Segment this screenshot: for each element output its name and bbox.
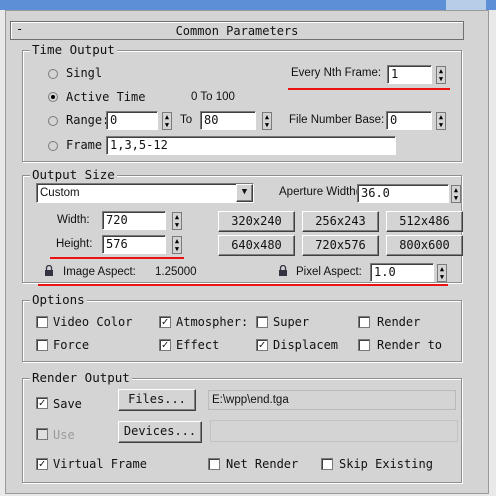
devices-button[interactable]: Devices... <box>118 421 202 443</box>
effects-label: Effect <box>176 338 220 352</box>
file-number-base-label: File Number Base: <box>289 114 385 126</box>
highlight-underline <box>288 88 450 90</box>
window-titlebar <box>0 0 496 10</box>
pixel-aspect-lock-icon[interactable] <box>278 265 288 276</box>
skip-existing-label: Skip Existing <box>339 457 433 471</box>
force-2-sided-label: Force <box>53 338 90 352</box>
height-label: Height: <box>56 238 93 250</box>
file-number-base-spinner[interactable]: ▲ ▼ <box>436 112 446 130</box>
aperture-spinner[interactable]: ▲ ▼ <box>451 185 461 203</box>
options-legend: Options <box>30 292 87 307</box>
output-size-legend: Output Size <box>30 167 117 182</box>
width-spinner[interactable]: ▲ ▼ <box>172 212 182 230</box>
range-end-input[interactable]: 80 <box>200 111 256 130</box>
render-to-fields-label: Render to <box>377 338 443 352</box>
preset-320x240-button[interactable]: 320x240 <box>218 211 295 232</box>
preset-800x600-button[interactable]: 800x600 <box>386 235 463 256</box>
radio-range[interactable] <box>48 116 58 126</box>
displacement-label: Displacem <box>273 338 339 352</box>
highlight-underline-height <box>50 257 184 259</box>
save-file-label: Save <box>53 397 82 411</box>
width-input[interactable]: 720 <box>102 211 166 230</box>
output-path: E:\wpp\end.tga <box>212 394 289 406</box>
video-color-label: Video Color <box>53 315 133 329</box>
window-buttons[interactable] <box>446 0 486 10</box>
chevron-down-icon[interactable]: ▼ <box>236 184 253 202</box>
frames-input[interactable]: 1,3,5-12 <box>106 136 396 155</box>
save-file-checkbox[interactable]: ✓ <box>36 397 48 409</box>
range-label: Range: <box>66 113 110 127</box>
preset-640x480-button[interactable]: 640x480 <box>218 235 295 256</box>
device-name-field <box>210 420 458 442</box>
nth-frame-spinner[interactable]: ▲ ▼ <box>436 66 446 84</box>
radio-frames[interactable] <box>48 141 58 151</box>
virtual-frame-buffer-checkbox[interactable]: ✓ <box>36 458 48 470</box>
radio-active-time[interactable] <box>48 92 58 102</box>
frames-label: Frame <box>66 138 103 152</box>
active-time-range: 0 To 100 <box>191 91 235 103</box>
super-black-label: Super <box>273 315 310 329</box>
virtual-frame-buffer-label: Virtual Frame <box>53 457 147 471</box>
use-device-checkbox[interactable] <box>36 428 48 440</box>
pixel-aspect-spinner[interactable]: ▲ ▼ <box>437 264 447 282</box>
atmospherics-label: Atmospher: <box>176 315 249 329</box>
common-parameters-rollout[interactable]: - Common Parameters <box>10 21 464 40</box>
width-label: Width: <box>57 214 90 226</box>
video-color-checkbox[interactable] <box>36 316 48 328</box>
output-path-field: E:\wpp\end.tga <box>208 390 456 410</box>
skip-existing-checkbox[interactable] <box>321 458 333 470</box>
preset-512x486-button[interactable]: 512x486 <box>386 211 463 232</box>
height-input[interactable]: 576 <box>102 235 166 254</box>
range-start-spinner[interactable]: ▲ ▼ <box>162 112 172 130</box>
highlight-underline-aspect <box>38 284 448 286</box>
every-nth-frame-label: Every Nth Frame: <box>291 67 382 79</box>
net-render-label: Net Render <box>226 457 299 471</box>
force-2-sided-checkbox[interactable] <box>36 339 48 351</box>
render-to-fields-checkbox[interactable] <box>358 339 370 351</box>
file-number-base-input[interactable]: 0 <box>386 111 432 130</box>
preset-value: Custom <box>40 187 80 199</box>
use-device-label: Use <box>53 428 75 442</box>
height-spinner[interactable]: ▲ ▼ <box>172 236 182 254</box>
files-button[interactable]: Files... <box>118 389 196 411</box>
image-aspect-lock-icon[interactable] <box>44 265 54 276</box>
pixel-aspect-label: Pixel Aspect: <box>296 266 362 278</box>
time-output-legend: Time Output <box>30 42 117 57</box>
net-render-checkbox[interactable] <box>208 458 220 470</box>
output-size-preset-dropdown[interactable]: Custom <box>36 183 254 203</box>
image-aspect-value: 1.25000 <box>155 266 197 278</box>
displacement-checkbox[interactable]: ✓ <box>256 339 268 351</box>
aperture-width-input[interactable]: 36.0 <box>357 184 449 203</box>
rollout-title: Common Parameters <box>175 24 299 38</box>
pixel-aspect-input[interactable]: 1.0 <box>370 263 434 282</box>
render-hidden-checkbox[interactable] <box>358 316 370 328</box>
preset-256x243-button[interactable]: 256x243 <box>302 211 379 232</box>
render-output-legend: Render Output <box>30 370 132 385</box>
active-time-label: Active Time <box>66 90 146 104</box>
super-black-checkbox[interactable] <box>256 316 268 328</box>
single-label: Singl <box>66 66 103 80</box>
render-hidden-label: Render <box>377 315 421 329</box>
range-to-label: To <box>180 114 193 126</box>
options-group <box>22 300 462 362</box>
preset-720x576-button[interactable]: 720x576 <box>302 235 379 256</box>
range-end-spinner[interactable]: ▲ ▼ <box>262 112 272 130</box>
effects-checkbox[interactable]: ✓ <box>159 339 171 351</box>
every-nth-frame-input[interactable]: 1 <box>387 65 432 84</box>
range-start-input[interactable]: 0 <box>106 111 158 130</box>
radio-single[interactable] <box>48 69 58 79</box>
atmospherics-checkbox[interactable]: ✓ <box>159 316 171 328</box>
image-aspect-label: Image Aspect: <box>63 266 136 278</box>
